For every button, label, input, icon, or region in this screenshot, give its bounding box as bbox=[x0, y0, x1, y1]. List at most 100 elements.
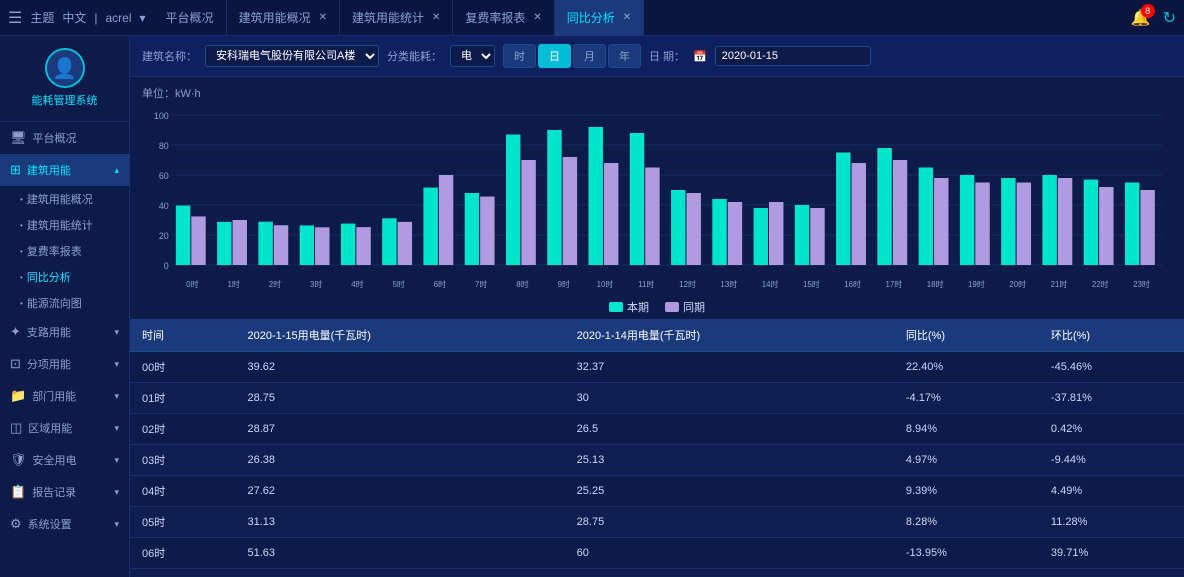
table-cell: 28.75 bbox=[565, 507, 894, 538]
sidebar-item-area[interactable]: ◫ 区域用能 ▾ bbox=[0, 412, 129, 444]
table-cell: -13.95% bbox=[894, 538, 1039, 569]
tab-close-icon[interactable]: ✕ bbox=[319, 12, 327, 23]
svg-text:18时: 18时 bbox=[927, 279, 944, 289]
tab-close-icon[interactable]: ✕ bbox=[623, 12, 631, 23]
table-cell: 4.97% bbox=[894, 445, 1039, 476]
table-cell: 27.62 bbox=[235, 476, 564, 507]
bell-badge: 8 bbox=[1141, 4, 1155, 18]
table-cell: 45.63 bbox=[565, 569, 894, 577]
svg-text:40: 40 bbox=[159, 201, 169, 211]
table-cell: -4.17% bbox=[894, 383, 1039, 414]
table-row: 01时28.7530-4.17%-37.81% bbox=[130, 383, 1184, 414]
sidebar-item-dept[interactable]: 📁 部门用能 ▾ bbox=[0, 380, 129, 412]
tab-close-icon[interactable]: ✕ bbox=[533, 12, 541, 23]
month-btn[interactable]: 月 bbox=[573, 44, 606, 68]
sidebar-item-safety[interactable]: 🛡 安全用电 ▾ bbox=[0, 444, 129, 476]
table-header: 2020-1-14用电量(千瓦时) bbox=[565, 319, 894, 352]
svg-text:12时: 12时 bbox=[679, 279, 696, 289]
table-header: 环比(%) bbox=[1039, 319, 1184, 352]
table-cell: 5.19% bbox=[894, 569, 1039, 577]
svg-text:19时: 19时 bbox=[968, 279, 985, 289]
chevron-icon: ▾ bbox=[114, 423, 119, 434]
top-tab[interactable]: 同比分析✕ bbox=[555, 0, 644, 36]
year-btn[interactable]: 年 bbox=[608, 44, 641, 68]
theme-label: 主题 bbox=[30, 9, 54, 26]
sidebar-item-reports[interactable]: 📋 报告记录 ▾ bbox=[0, 476, 129, 508]
table-cell: 02时 bbox=[130, 414, 235, 445]
day-btn[interactable]: 日 bbox=[538, 44, 571, 68]
table-row: 00时39.6232.3722.40%-45.46% bbox=[130, 352, 1184, 383]
data-table: 时间2020-1-15用电量(千瓦时)2020-1-14用电量(千瓦时)同比(%… bbox=[130, 319, 1184, 577]
table-cell: 22.40% bbox=[894, 352, 1039, 383]
refresh-icon[interactable]: ↻ bbox=[1163, 8, 1176, 28]
safety-icon: 🛡 bbox=[10, 452, 27, 468]
top-tab[interactable]: 复费率报表✕ bbox=[453, 0, 554, 36]
svg-text:3时: 3时 bbox=[310, 279, 322, 289]
svg-text:6时: 6时 bbox=[434, 279, 446, 289]
table-row: 05时31.1328.758.28%11.28% bbox=[130, 507, 1184, 538]
avatar: 👤 bbox=[45, 48, 85, 88]
sidebar-sub-building: 建筑用能概况 建筑用能统计 复费率报表 同比分析 能源流向图 bbox=[0, 186, 129, 316]
svg-text:13时: 13时 bbox=[720, 279, 737, 289]
tab-close-icon[interactable]: ✕ bbox=[432, 12, 440, 23]
table-cell: 48 bbox=[235, 569, 564, 577]
menu-icon[interactable]: ☰ bbox=[8, 8, 22, 28]
top-bar-left: ☰ 主题 中文 | acrel ▾ bbox=[8, 8, 146, 28]
table-cell: -45.46% bbox=[1039, 352, 1184, 383]
table-cell: 03时 bbox=[130, 445, 235, 476]
table-cell: 31.13 bbox=[235, 507, 564, 538]
sidebar-item-label: 安全用电 bbox=[33, 452, 77, 468]
sidebar-item-platform[interactable]: 🖥 平台概况 bbox=[0, 122, 129, 154]
svg-text:21时: 21时 bbox=[1051, 279, 1068, 289]
svg-text:23时: 23时 bbox=[1133, 279, 1150, 289]
sidebar-item-building[interactable]: ⊞ 建筑用能 ▴ bbox=[0, 154, 129, 186]
svg-text:14时: 14时 bbox=[762, 279, 779, 289]
table-cell: 06时 bbox=[130, 538, 235, 569]
table-cell: 01时 bbox=[130, 383, 235, 414]
sub-icon: ⊡ bbox=[10, 356, 21, 372]
date-input[interactable]: 2020-01-15 bbox=[715, 46, 871, 66]
top-tab[interactable]: 平台概况 bbox=[154, 0, 227, 36]
top-tab[interactable]: 建筑用能概况✕ bbox=[227, 0, 340, 36]
sidebar-header: 👤 能耗管理系统 bbox=[0, 36, 129, 122]
chart-legend: 本期 同期 bbox=[142, 299, 1172, 315]
table-cell: -37.81% bbox=[1039, 383, 1184, 414]
filter-bar: 建筑名称： 安科瑞电气股份有限公司A楼 分类能耗： 电 时 日 月 年 日 期：… bbox=[130, 36, 1184, 77]
table-cell: 25.25 bbox=[565, 476, 894, 507]
table-container: 时间2020-1-15用电量(千瓦时)2020-1-14用电量(千瓦时)同比(%… bbox=[130, 319, 1184, 577]
sidebar-item-sub[interactable]: ⊡ 分项用能 ▾ bbox=[0, 348, 129, 380]
sidebar-item-branch[interactable]: ✦ 支路用能 ▾ bbox=[0, 316, 129, 348]
table-row: 04时27.6225.259.39%4.49% bbox=[130, 476, 1184, 507]
table-header: 时间 bbox=[130, 319, 235, 352]
sidebar-sub-rates[interactable]: 复费率报表 bbox=[12, 238, 129, 264]
table-cell: -7.56% bbox=[1039, 569, 1184, 577]
hour-btn[interactable]: 时 bbox=[503, 44, 536, 68]
svg-text:20时: 20时 bbox=[1009, 279, 1026, 289]
legend-prev-label: 同期 bbox=[683, 299, 705, 315]
sidebar-item-label: 部门用能 bbox=[32, 388, 76, 404]
table-cell: 30 bbox=[565, 383, 894, 414]
building-select[interactable]: 安科瑞电气股份有限公司A楼 bbox=[205, 45, 379, 67]
table-cell: 05时 bbox=[130, 507, 235, 538]
bell-icon[interactable]: 🔔 8 bbox=[1131, 8, 1151, 28]
table-cell: 26.5 bbox=[565, 414, 894, 445]
table-cell: 28.87 bbox=[235, 414, 564, 445]
category-select[interactable]: 电 bbox=[450, 45, 495, 67]
table-cell: 25.13 bbox=[565, 445, 894, 476]
sidebar-item-settings[interactable]: ⚙ 系统设置 ▾ bbox=[0, 508, 129, 540]
sidebar-sub-stats[interactable]: 建筑用能统计 bbox=[12, 212, 129, 238]
svg-text:8时: 8时 bbox=[516, 279, 528, 289]
svg-text:10时: 10时 bbox=[597, 279, 614, 289]
top-tab[interactable]: 建筑用能统计✕ bbox=[340, 0, 453, 36]
svg-text:60: 60 bbox=[159, 171, 169, 181]
table-cell: 0.42% bbox=[1039, 414, 1184, 445]
sidebar-sub-flow[interactable]: 能源流向图 bbox=[12, 290, 129, 316]
sidebar-sub-overview[interactable]: 建筑用能概况 bbox=[12, 186, 129, 212]
lang-label: 中文 bbox=[62, 9, 86, 26]
sidebar-sub-compare[interactable]: 同比分析 bbox=[12, 264, 129, 290]
building-icon: ⊞ bbox=[10, 162, 21, 178]
chevron-icon: ▾ bbox=[114, 327, 119, 338]
chevron-icon: ▾ bbox=[114, 519, 119, 530]
table-header: 同比(%) bbox=[894, 319, 1039, 352]
settings-icon: ⚙ bbox=[10, 516, 22, 532]
